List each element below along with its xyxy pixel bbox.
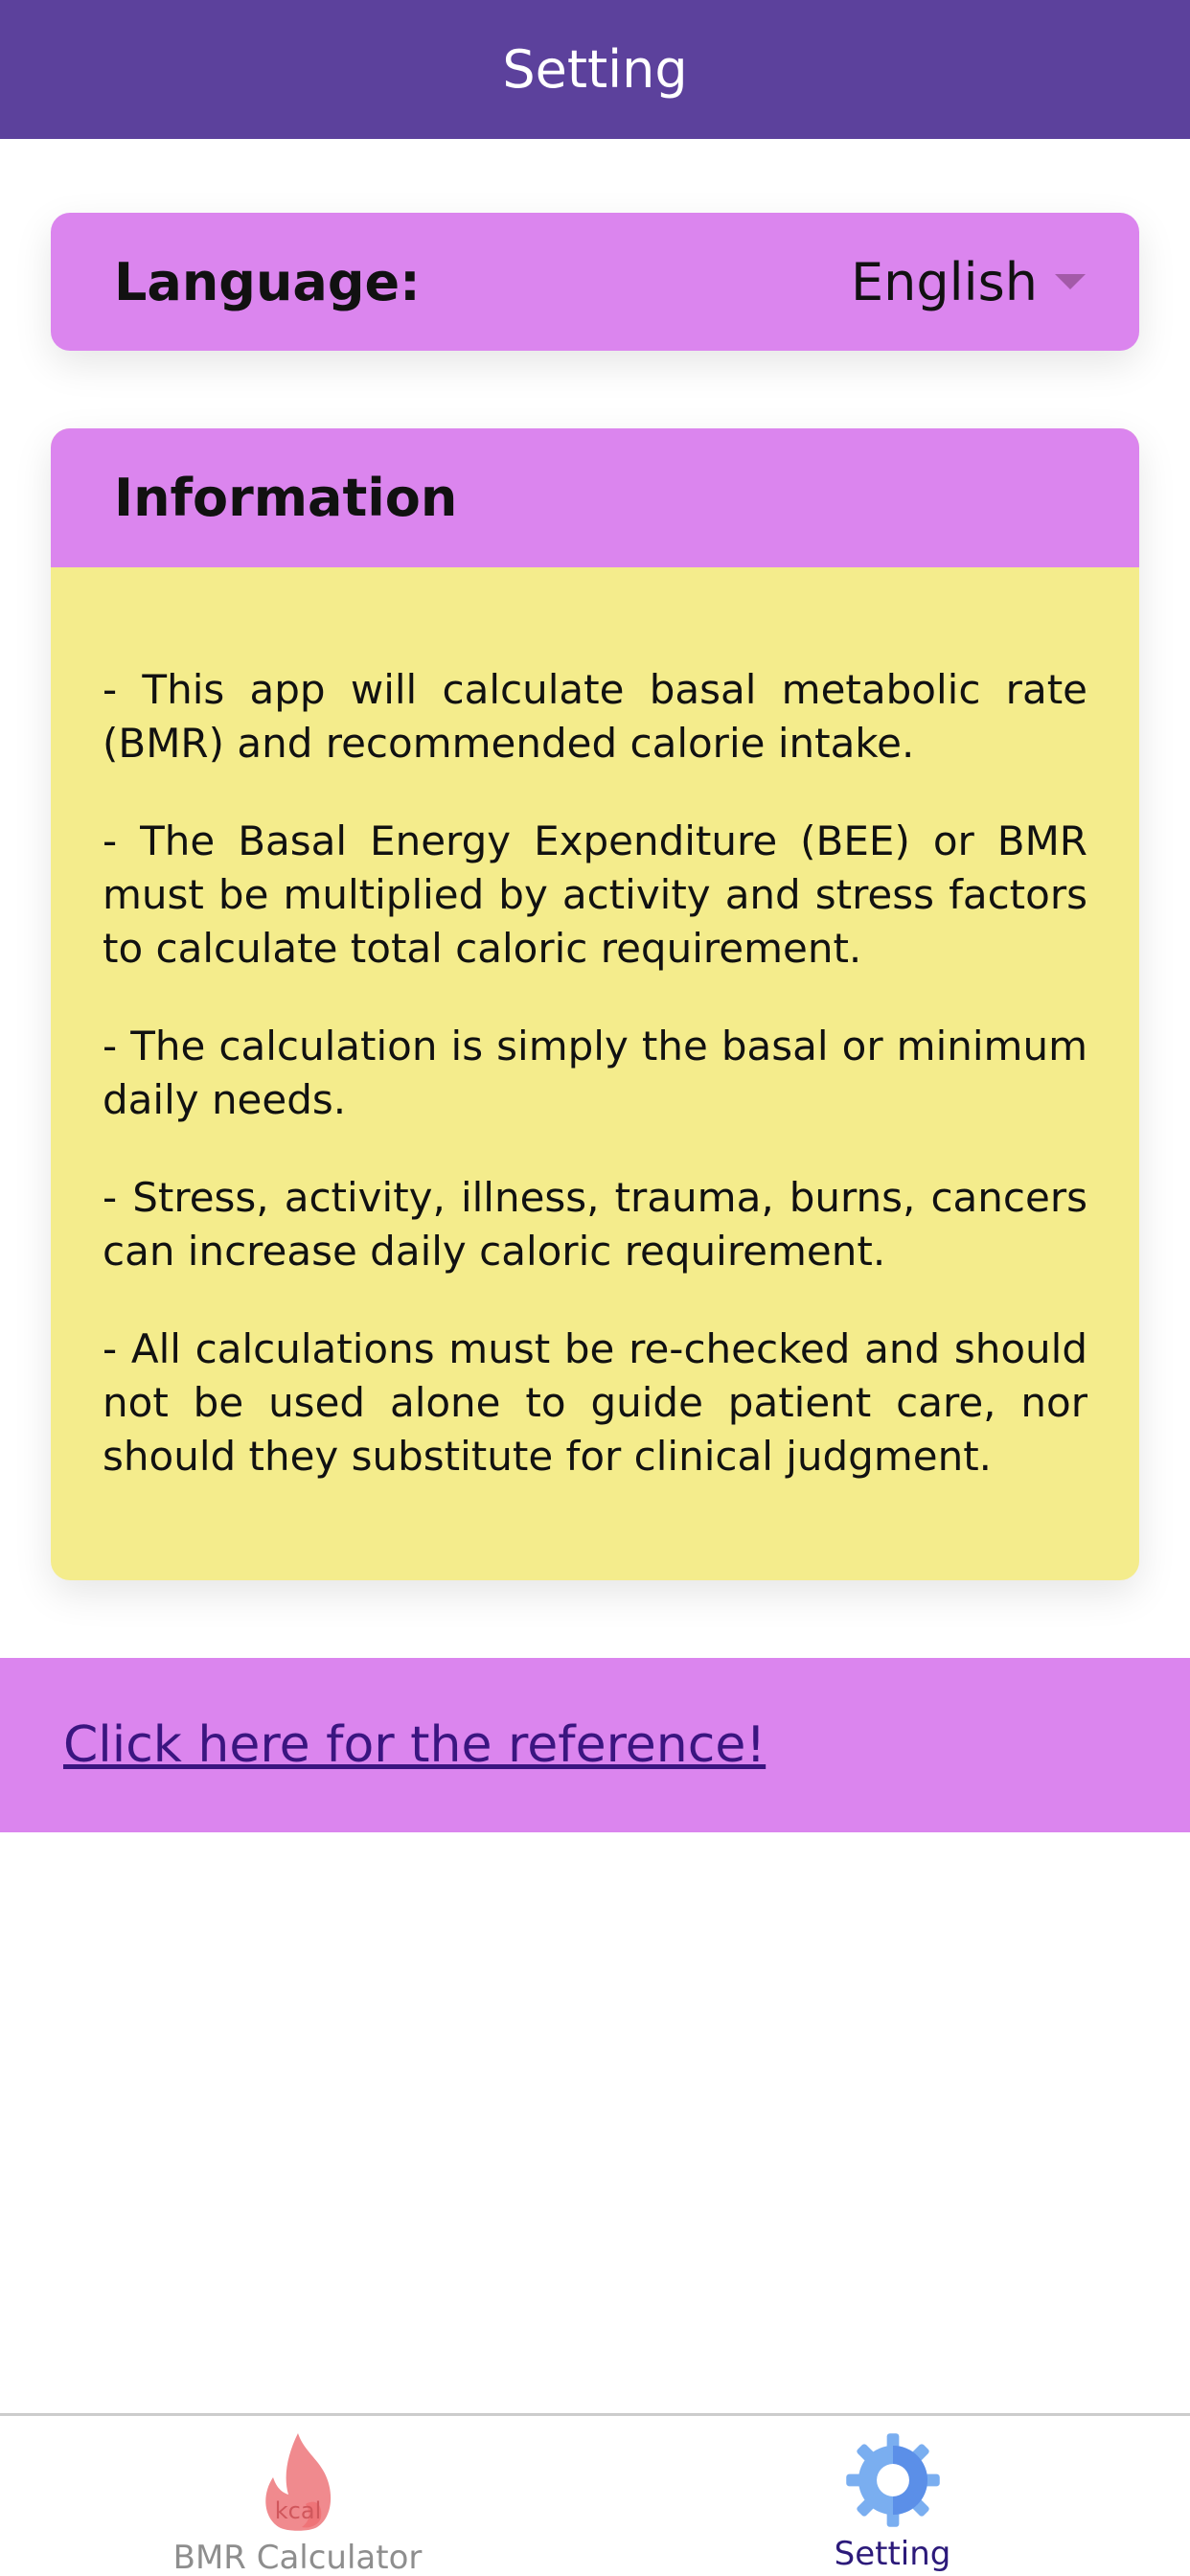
- chevron-down-icon: [1055, 274, 1086, 289]
- info-paragraph: - The Basal Energy Expenditure (BEE) or …: [103, 817, 1087, 972]
- kcal-icon-text: kcal: [274, 2497, 320, 2524]
- reference-link[interactable]: Click here for the reference!: [63, 1716, 766, 1774]
- information-header: Information: [51, 428, 1139, 567]
- language-label: Language:: [114, 251, 421, 312]
- tab-label-bmr-calculator: BMR Calculator: [172, 2539, 423, 2576]
- language-selected-value: English: [851, 251, 1038, 312]
- language-card: Language: English: [51, 213, 1139, 351]
- tab-bar: kcal BMR Calculator Setting: [0, 2413, 1190, 2576]
- info-paragraph: - This app will calculate basal metaboli…: [103, 666, 1087, 767]
- information-title: Information: [114, 468, 458, 528]
- tab-setting[interactable]: Setting: [595, 2416, 1190, 2576]
- settings-screen: Setting Language: English Information - …: [0, 0, 1190, 2576]
- gear-icon: [842, 2429, 944, 2531]
- page-title: Setting: [502, 39, 688, 100]
- info-paragraph: - All calculations must be re-checked an…: [103, 1325, 1087, 1480]
- reference-banner: Click here for the reference!: [0, 1658, 1190, 1832]
- header-bar: Setting: [0, 0, 1190, 139]
- information-card: Information - This app will calculate ba…: [51, 428, 1139, 1580]
- language-dropdown[interactable]: English: [851, 252, 1086, 312]
- info-paragraph: - The calculation is simply the basal or…: [103, 1023, 1087, 1123]
- tab-label-setting: Setting: [834, 2535, 951, 2573]
- kcal-flame-icon: kcal: [250, 2429, 346, 2535]
- info-paragraph: - Stress, activity, illness, trauma, bur…: [103, 1174, 1087, 1275]
- tab-bmr-calculator[interactable]: kcal BMR Calculator: [0, 2416, 595, 2576]
- information-body: - This app will calculate basal metaboli…: [51, 567, 1139, 1484]
